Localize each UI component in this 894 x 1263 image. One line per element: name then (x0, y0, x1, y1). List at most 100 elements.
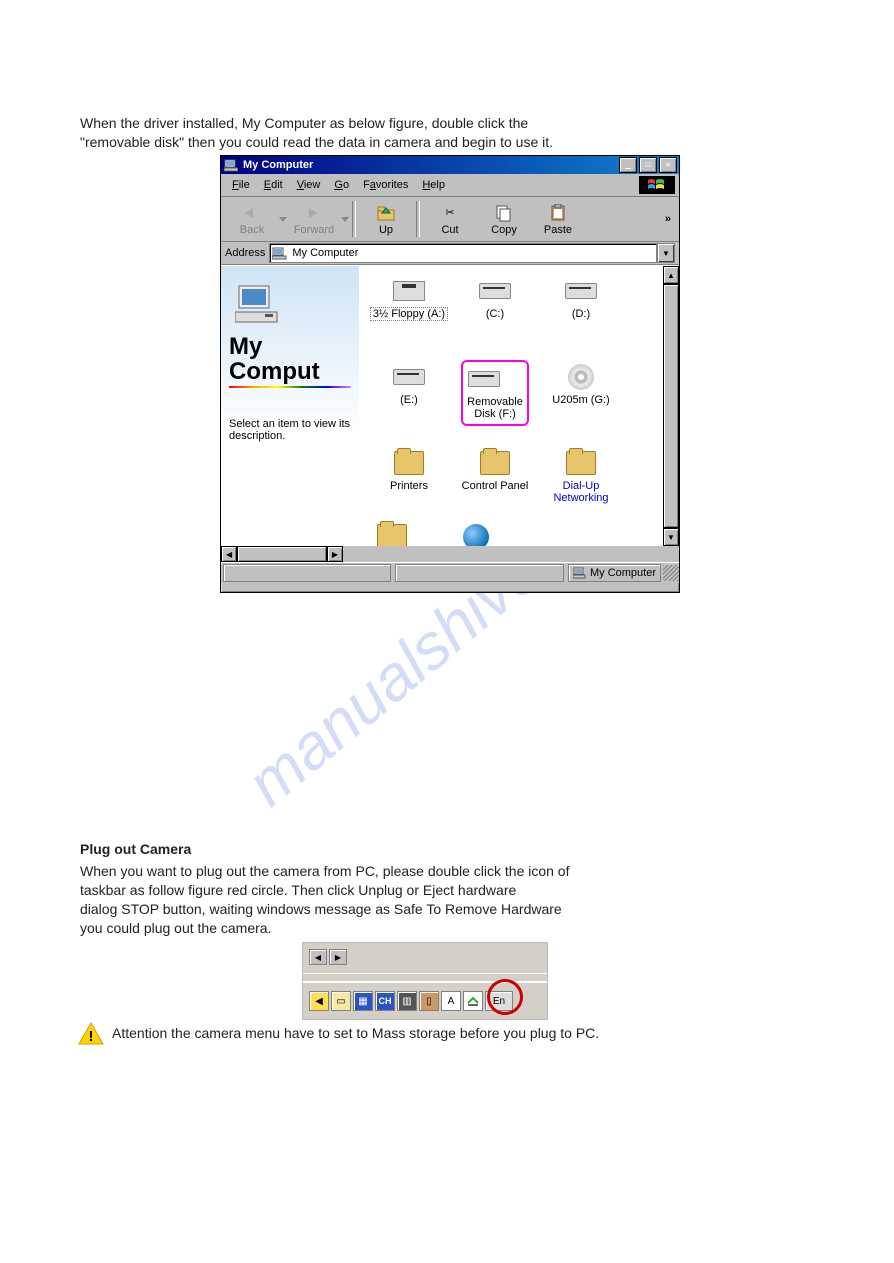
tray-keyboard-icon[interactable]: ▥ (397, 991, 417, 1011)
drive-item-label: Dial-UpNetworking (553, 480, 608, 504)
icon-view: 3½ Floppy (A:) (C:) (D:) (E:) RemovableD… (359, 266, 663, 546)
drive-icon (564, 276, 598, 306)
toolbar-up[interactable]: Up (359, 203, 413, 236)
toolbar-back[interactable]: Back (225, 203, 279, 236)
dropdown-arrow-icon[interactable] (279, 214, 287, 224)
tray-clipboard-icon[interactable]: ▯ (419, 991, 439, 1011)
drive-item[interactable]: (C:) (453, 276, 537, 356)
computer-large-icon (235, 284, 281, 327)
drive-item-label: RemovableDisk (F:) (467, 396, 523, 420)
close-button[interactable]: ✕ (659, 157, 677, 173)
menu-favorites[interactable]: Favorites (356, 177, 415, 193)
vertical-scrollbar[interactable]: ▲ ▼ (663, 266, 679, 546)
separator (416, 201, 420, 237)
drive-icon (467, 364, 501, 394)
toolbar-cut-label: Cut (441, 224, 458, 236)
tray-speaker-icon[interactable]: ◀ (309, 991, 329, 1011)
forward-arrow-icon (304, 203, 324, 223)
toolbar-cut[interactable]: ✂ Cut (423, 203, 477, 236)
info-pane-description: Select an item to view its description. (229, 418, 351, 442)
clipboard-icon (548, 203, 568, 223)
titlebar[interactable]: My Computer _ ☐ ✕ (221, 156, 679, 174)
toolbar-forward[interactable]: Forward (287, 203, 341, 236)
overflow-chevron[interactable]: » (665, 213, 675, 225)
scroll-right-button[interactable]: ▶ (329, 949, 347, 965)
drive-item-label: (C:) (486, 308, 504, 320)
menubar: File Edit View Go Favorites Help (221, 174, 679, 197)
toolbar-copy[interactable]: Copy (477, 203, 531, 236)
scissors-icon: ✂ (440, 203, 460, 223)
address-dropdown-button[interactable]: ▼ (657, 243, 675, 263)
separator (352, 201, 356, 237)
client-area: My Comput Select an item to view its des… (221, 265, 679, 546)
floppy-icon (392, 276, 426, 306)
toolbar-paste[interactable]: Paste (531, 203, 585, 236)
drive-icon (392, 362, 426, 392)
rainbow-divider (229, 386, 351, 388)
menu-go[interactable]: Go (327, 177, 356, 193)
toolbar-back-label: Back (240, 224, 264, 236)
drive-item[interactable]: (E:) (367, 362, 451, 442)
my-computer-window: My Computer _ ☐ ✕ File Edit View Go Favo… (220, 155, 680, 593)
drive-item[interactable]: Printers (367, 448, 451, 528)
tray-app-icon[interactable]: ▦ (353, 991, 373, 1011)
plug-heading: Plug out Camera (80, 840, 191, 859)
drive-item[interactable]: U205m (G:) (539, 362, 623, 442)
taskbar-snippet: ◀ ▶ ◀ ▭ ▦ CH ▥ ▯ A En (302, 942, 548, 1020)
address-field[interactable]: My Computer (269, 243, 657, 263)
dropdown-arrow-icon[interactable] (341, 214, 349, 224)
scroll-up-button[interactable]: ▲ (663, 266, 679, 284)
warning-icon: ! (78, 1022, 104, 1046)
horizontal-scrollbar[interactable]: ◀ ▶ (221, 546, 343, 562)
scroll-left-button[interactable]: ◀ (309, 949, 327, 965)
drive-item[interactable]: Dial-UpNetworking (539, 448, 623, 528)
svg-text:!: ! (89, 1028, 94, 1045)
computer-icon (223, 157, 239, 173)
drive-item[interactable]: RemovableDisk (F:) (453, 362, 537, 442)
plug-body: When you want to plug out the camera fro… (80, 862, 820, 938)
folder-icon (564, 448, 598, 478)
tray-text-icon[interactable]: A (441, 991, 461, 1011)
toolbar-paste-label: Paste (544, 224, 572, 236)
computer-icon (573, 567, 587, 579)
drive-item-label: (E:) (400, 394, 418, 406)
scroll-left-button[interactable]: ◀ (221, 546, 237, 562)
tray-eject-icon[interactable] (463, 991, 483, 1011)
menu-help[interactable]: Help (415, 177, 452, 193)
drive-item[interactable]: 3½ Floppy (A:) (367, 276, 451, 356)
scroll-thumb[interactable] (237, 546, 327, 562)
scroll-right-button[interactable]: ▶ (327, 546, 343, 562)
menu-file[interactable]: File (225, 177, 257, 193)
attention-text: Attention the camera menu have to set to… (112, 1024, 812, 1043)
globe-icon[interactable] (463, 524, 489, 546)
drive-item[interactable]: Control Panel (453, 448, 537, 528)
status-zone: My Computer (568, 564, 661, 582)
drive-item[interactable]: (D:) (539, 276, 623, 356)
maximize-button[interactable]: ☐ (639, 157, 657, 173)
toolbar-copy-label: Copy (491, 224, 517, 236)
toolbar-up-label: Up (379, 224, 393, 236)
tray-display-icon[interactable]: ▭ (331, 991, 351, 1011)
address-value: My Computer (292, 247, 358, 259)
resize-grip[interactable] (663, 565, 679, 581)
window-title: My Computer (243, 159, 617, 171)
folder-icon (392, 448, 426, 478)
menu-edit[interactable]: Edit (257, 177, 290, 193)
back-arrow-icon (242, 203, 262, 223)
address-bar: Address My Computer ▼ (221, 242, 679, 265)
folder-icon[interactable] (377, 524, 407, 546)
info-pane: My Comput Select an item to view its des… (221, 266, 359, 546)
scroll-thumb[interactable] (663, 284, 679, 528)
folder-icon (478, 448, 512, 478)
status-text: My Computer (590, 567, 656, 579)
drive-icon (478, 276, 512, 306)
status-bar: My Computer (221, 562, 679, 583)
scroll-down-button[interactable]: ▼ (663, 528, 679, 546)
doc-intro: When the driver installed, My Computer a… (80, 114, 820, 152)
minimize-button[interactable]: _ (619, 157, 637, 173)
toolbar: Back Forward Up ✂ Cut (221, 197, 679, 242)
drive-item-label: 3½ Floppy (A:) (371, 308, 447, 320)
menu-view[interactable]: View (290, 177, 328, 193)
copy-icon (494, 203, 514, 223)
tray-ime-icon[interactable]: CH (375, 991, 395, 1011)
